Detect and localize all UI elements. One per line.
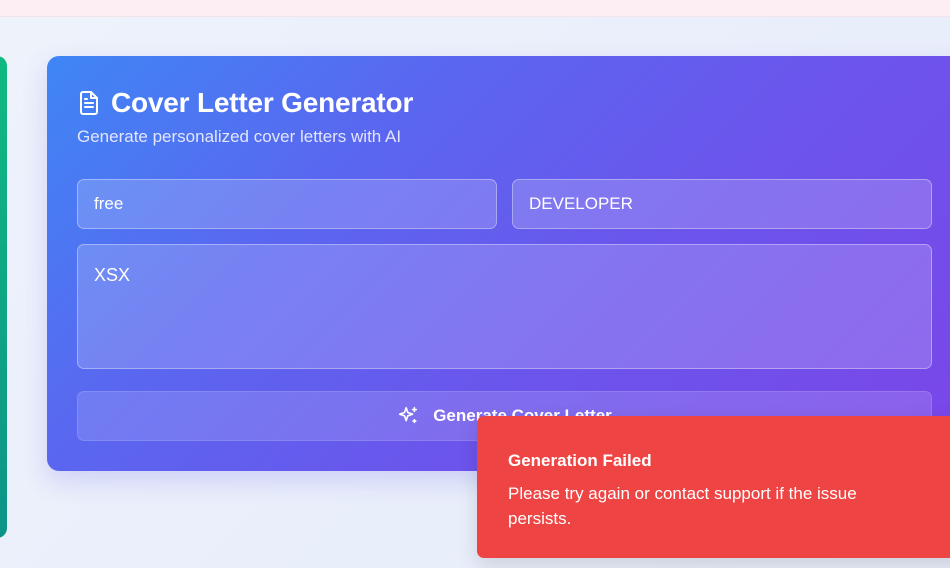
document-icon <box>77 90 101 116</box>
previous-card-edge <box>0 56 7 538</box>
toast-title: Generation Failed <box>508 451 652 470</box>
top-banner <box>0 0 950 17</box>
page-title: Cover Letter Generator <box>111 87 414 118</box>
toast-message: Please try again or contact support if t… <box>508 484 857 528</box>
details-textarea[interactable]: XSX <box>77 244 932 369</box>
cover-letter-card: Cover Letter Generator Generate personal… <box>47 56 950 471</box>
company-input[interactable]: free <box>77 179 497 229</box>
position-input[interactable]: DEVELOPER <box>512 179 932 229</box>
sparkles-icon <box>397 405 419 427</box>
page-subtitle: Generate personalized cover letters with… <box>77 127 402 146</box>
error-toast[interactable]: Generation Failed Please try again or co… <box>477 416 950 558</box>
card-header: Cover Letter Generator <box>77 87 413 119</box>
